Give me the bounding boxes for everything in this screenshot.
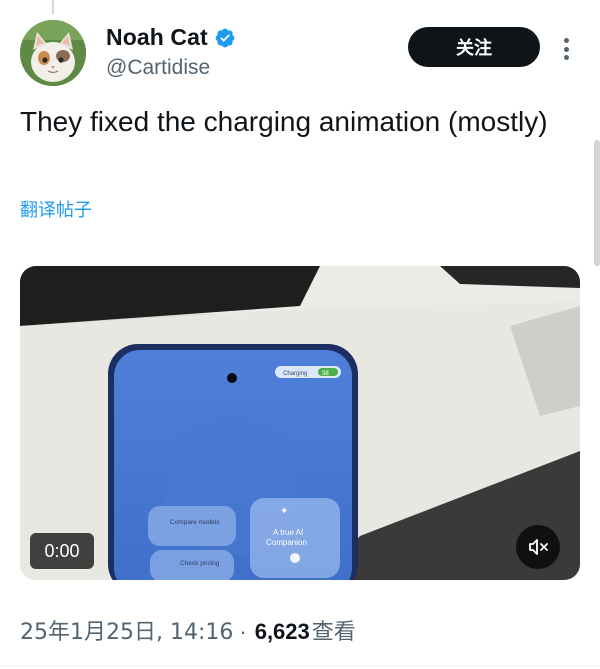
video-time-badge: 0:00: [30, 533, 94, 569]
speaker-muted-icon[interactable]: [516, 525, 560, 569]
svg-text:✦: ✦: [280, 506, 288, 517]
more-options-icon[interactable]: [556, 34, 576, 64]
battery-text: 38: [322, 371, 329, 377]
views-label: 查看: [311, 620, 356, 645]
thread-connector-line: [52, 0, 54, 14]
tweet-detail: Noah Cat @Cartidise 关注 They fixed the ch…: [0, 0, 600, 669]
status-text: Charging: [283, 371, 307, 377]
speaker-muted-glyph: [529, 539, 548, 555]
tweet-text: They fixed the charging animation (mostl…: [20, 106, 548, 137]
divider: [0, 666, 600, 667]
check-text: Check pricing: [180, 560, 220, 567]
ai-line2-text: Companion: [266, 538, 307, 547]
follow-button[interactable]: 关注: [408, 27, 540, 67]
ai-line1-text: A true AI: [273, 528, 303, 537]
author-name-row[interactable]: Noah Cat: [106, 24, 236, 51]
display-name[interactable]: Noah Cat: [106, 24, 208, 51]
scrollbar-thumb[interactable]: [594, 140, 600, 266]
translate-post-link[interactable]: 翻译帖子: [20, 196, 92, 222]
compare-text: Compare models: [170, 519, 220, 526]
video-frame: Charging 38 Compare models Check pricing…: [20, 266, 580, 580]
post-timestamp[interactable]: 25年1月25日, 14:16: [20, 614, 233, 646]
tweet-meta: 25年1月25日, 14:16 · 6,623 查看: [20, 614, 356, 646]
meta-separator: ·: [239, 619, 247, 644]
cat-avatar-icon: [20, 20, 86, 86]
avatar[interactable]: [20, 20, 86, 86]
verified-badge-icon: [215, 28, 235, 47]
video-player[interactable]: Charging 38 Compare models Check pricing…: [20, 266, 580, 580]
author-handle[interactable]: @Cartidise: [106, 56, 210, 80]
views-count: 6,623: [254, 619, 310, 644]
